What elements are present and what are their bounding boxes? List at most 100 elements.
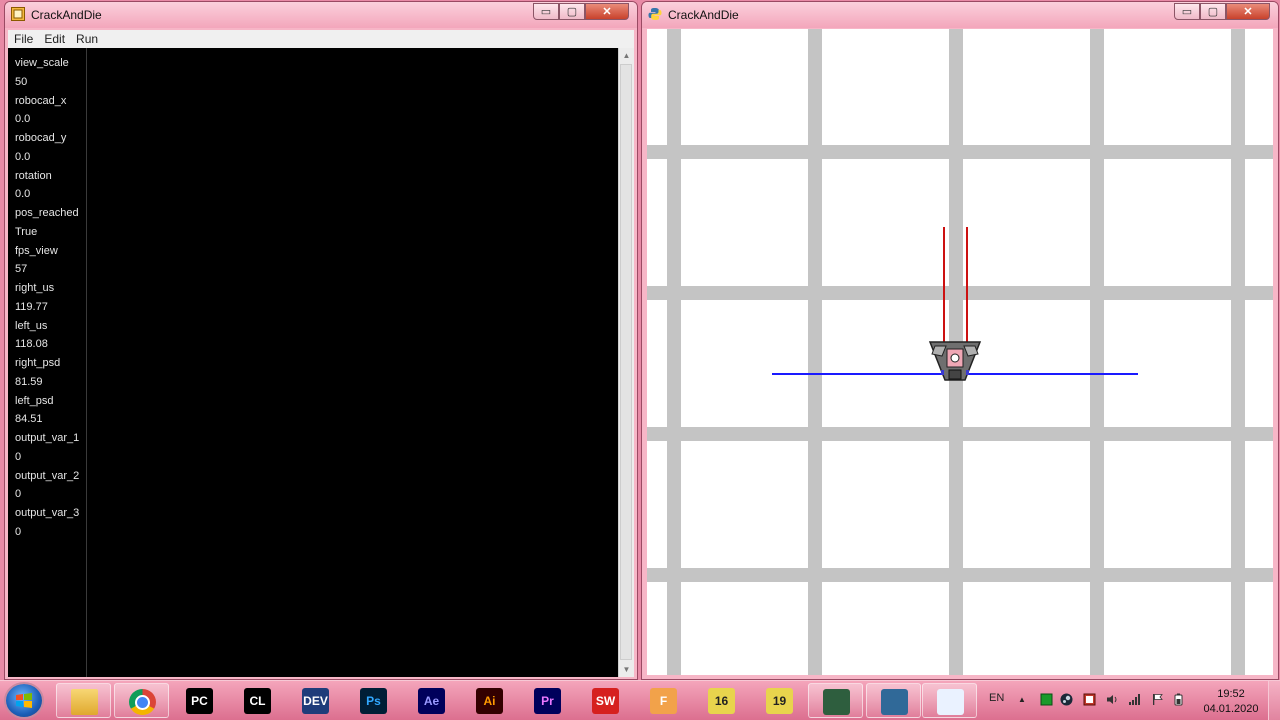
variable-value: 0 [15,450,22,463]
volume-icon[interactable] [1106,693,1119,706]
console-window: CrackAndDie ▭ ▢ ✕ File Edit Run view_scale… [4,1,638,680]
menu-file[interactable]: File [8,30,38,46]
clock-date: 04.01.2020 [1203,703,1259,715]
variable-name: rotation [15,169,52,182]
variable-value: 50 [15,75,28,88]
file-explorer-icon [71,689,98,715]
taskbar-app-fusion[interactable]: F [636,683,691,718]
system-clock[interactable]: 19:52 04.01.2020 [1196,687,1266,717]
window-title: CrackAndDie [31,8,102,22]
taskbar-app-solidworks[interactable]: SW [578,683,633,718]
menu-edit[interactable]: Edit [38,30,70,46]
taskbar-app-illustrator[interactable]: Ai [462,683,517,718]
maximize-button[interactable]: ▢ [1200,3,1226,20]
variable-name: output_var_3 [15,507,80,519]
language-indicator[interactable]: EN [989,692,1004,704]
minimize-icon: ▭ [1181,6,1193,18]
taskbar-app-photoshop[interactable]: Ps [346,683,401,718]
green-square-icon[interactable] [1040,693,1053,706]
taskbar-app-chrome[interactable] [114,683,169,718]
taskbar-app-paint[interactable] [922,683,977,718]
variable-value: 0 [15,488,22,501]
variable-name: output_var_2 [15,469,80,482]
solidworks-icon: SW [592,688,619,714]
terminal-icon [823,689,850,715]
dev-cpp-icon: DEV [302,688,329,714]
scroll-up-icon[interactable]: ▲ [619,48,634,63]
close-icon: ✕ [1243,6,1253,18]
show-desktop-button[interactable] [1268,681,1280,720]
variable-value: True [15,225,38,238]
taskbar-app-clion[interactable]: CL [230,683,285,718]
variable-value: 119.77 [15,300,48,313]
variable-value: 81.59 [15,375,43,388]
taskbar-app-pycharm[interactable]: PC [172,683,227,718]
start-button[interactable] [6,684,42,717]
taskbar: PC CL DEV Ps Ae Ai Pr SW F 16 19 EN ▲ 19:52 04.01.… [0,680,1280,720]
variable-name: robocad_y [15,132,67,144]
taskbar-app-premiere[interactable]: Pr [520,683,575,718]
variable-name: pos_reached [15,207,79,219]
minimize-button[interactable]: ▭ [533,3,559,20]
taskbar-app-after-effects[interactable]: Ae [404,683,459,718]
app-icon [11,7,25,21]
simulation-window: CrackAndDie ▭ ▢ ✕ [641,1,1279,680]
steam-icon[interactable] [1060,693,1073,706]
close-button[interactable]: ✕ [585,3,629,20]
maximize-button[interactable]: ▢ [559,3,585,20]
variable-value: 0.0 [15,150,31,163]
premiere-icon: Pr [534,688,561,714]
scroll-thumb[interactable] [620,64,632,660]
shield-icon[interactable] [1083,693,1096,706]
python-icon [648,8,662,20]
variable-value: 118.08 [15,338,48,351]
variable-name: view_scale [15,57,69,69]
taskbar-app-terminal[interactable] [808,683,863,718]
fusion-icon: F [650,688,677,714]
paint-icon [937,689,964,715]
vertical-scrollbar[interactable]: ▲ ▼ [618,48,634,677]
title-bar[interactable]: CrackAndDie ▭ ▢ ✕ [642,2,1278,28]
taskbar-app-labview-19[interactable]: 19 [752,683,807,718]
illustrator-icon: Ai [476,688,503,714]
taskbar-app-dev-cpp[interactable]: DEV [288,683,343,718]
scroll-down-icon[interactable]: ▼ [619,662,634,677]
labview-16-icon: 16 [708,688,735,714]
minimize-icon: ▭ [540,6,552,18]
title-bar[interactable]: CrackAndDie ▭ ▢ ✕ [5,2,637,28]
variables-column: view_scale 50 robocad_x 0.0 robocad_y 0.0 rota… [8,48,87,677]
close-button[interactable]: ✕ [1226,3,1270,20]
variable-value: 57 [15,263,28,276]
windows-start-icon [16,693,32,708]
photoshop-icon: Ps [360,688,387,714]
variable-name: left_us [15,319,48,332]
pycharm-icon: PC [186,688,213,714]
variable-name: fps_view [15,244,58,257]
flag-icon[interactable] [1151,693,1164,706]
window-title: CrackAndDie [668,8,739,22]
signal-icon[interactable] [1128,693,1141,706]
variable-value: 0.0 [15,188,31,201]
python-icon [881,689,908,715]
menu-bar: File Edit Run [8,30,634,49]
menu-run[interactable]: Run [70,30,103,46]
variable-value: 0 [15,525,22,538]
power-icon[interactable] [1172,693,1185,706]
simulation-canvas[interactable] [647,29,1273,675]
maximize-icon: ▢ [566,6,578,18]
chrome-icon [129,689,156,715]
maximize-icon: ▢ [1207,6,1219,18]
taskbar-app-labview-16[interactable]: 16 [694,683,749,718]
variable-name: right_us [15,282,55,294]
taskbar-app-python[interactable] [866,683,921,718]
variable-value: 0.0 [15,113,31,126]
variable-name: robocad_x [15,94,67,107]
labview-19-icon: 19 [766,688,793,714]
minimize-button[interactable]: ▭ [1174,3,1200,20]
after-effects-icon: Ae [418,688,445,714]
clion-icon: CL [244,688,271,714]
show-hidden-icons-button[interactable]: ▲ [1018,695,1026,704]
variable-value: 84.51 [15,413,43,426]
taskbar-app-file-explorer[interactable] [56,683,111,718]
variables-panel: view_scale 50 robocad_x 0.0 robocad_y 0.0 rota… [8,48,618,677]
